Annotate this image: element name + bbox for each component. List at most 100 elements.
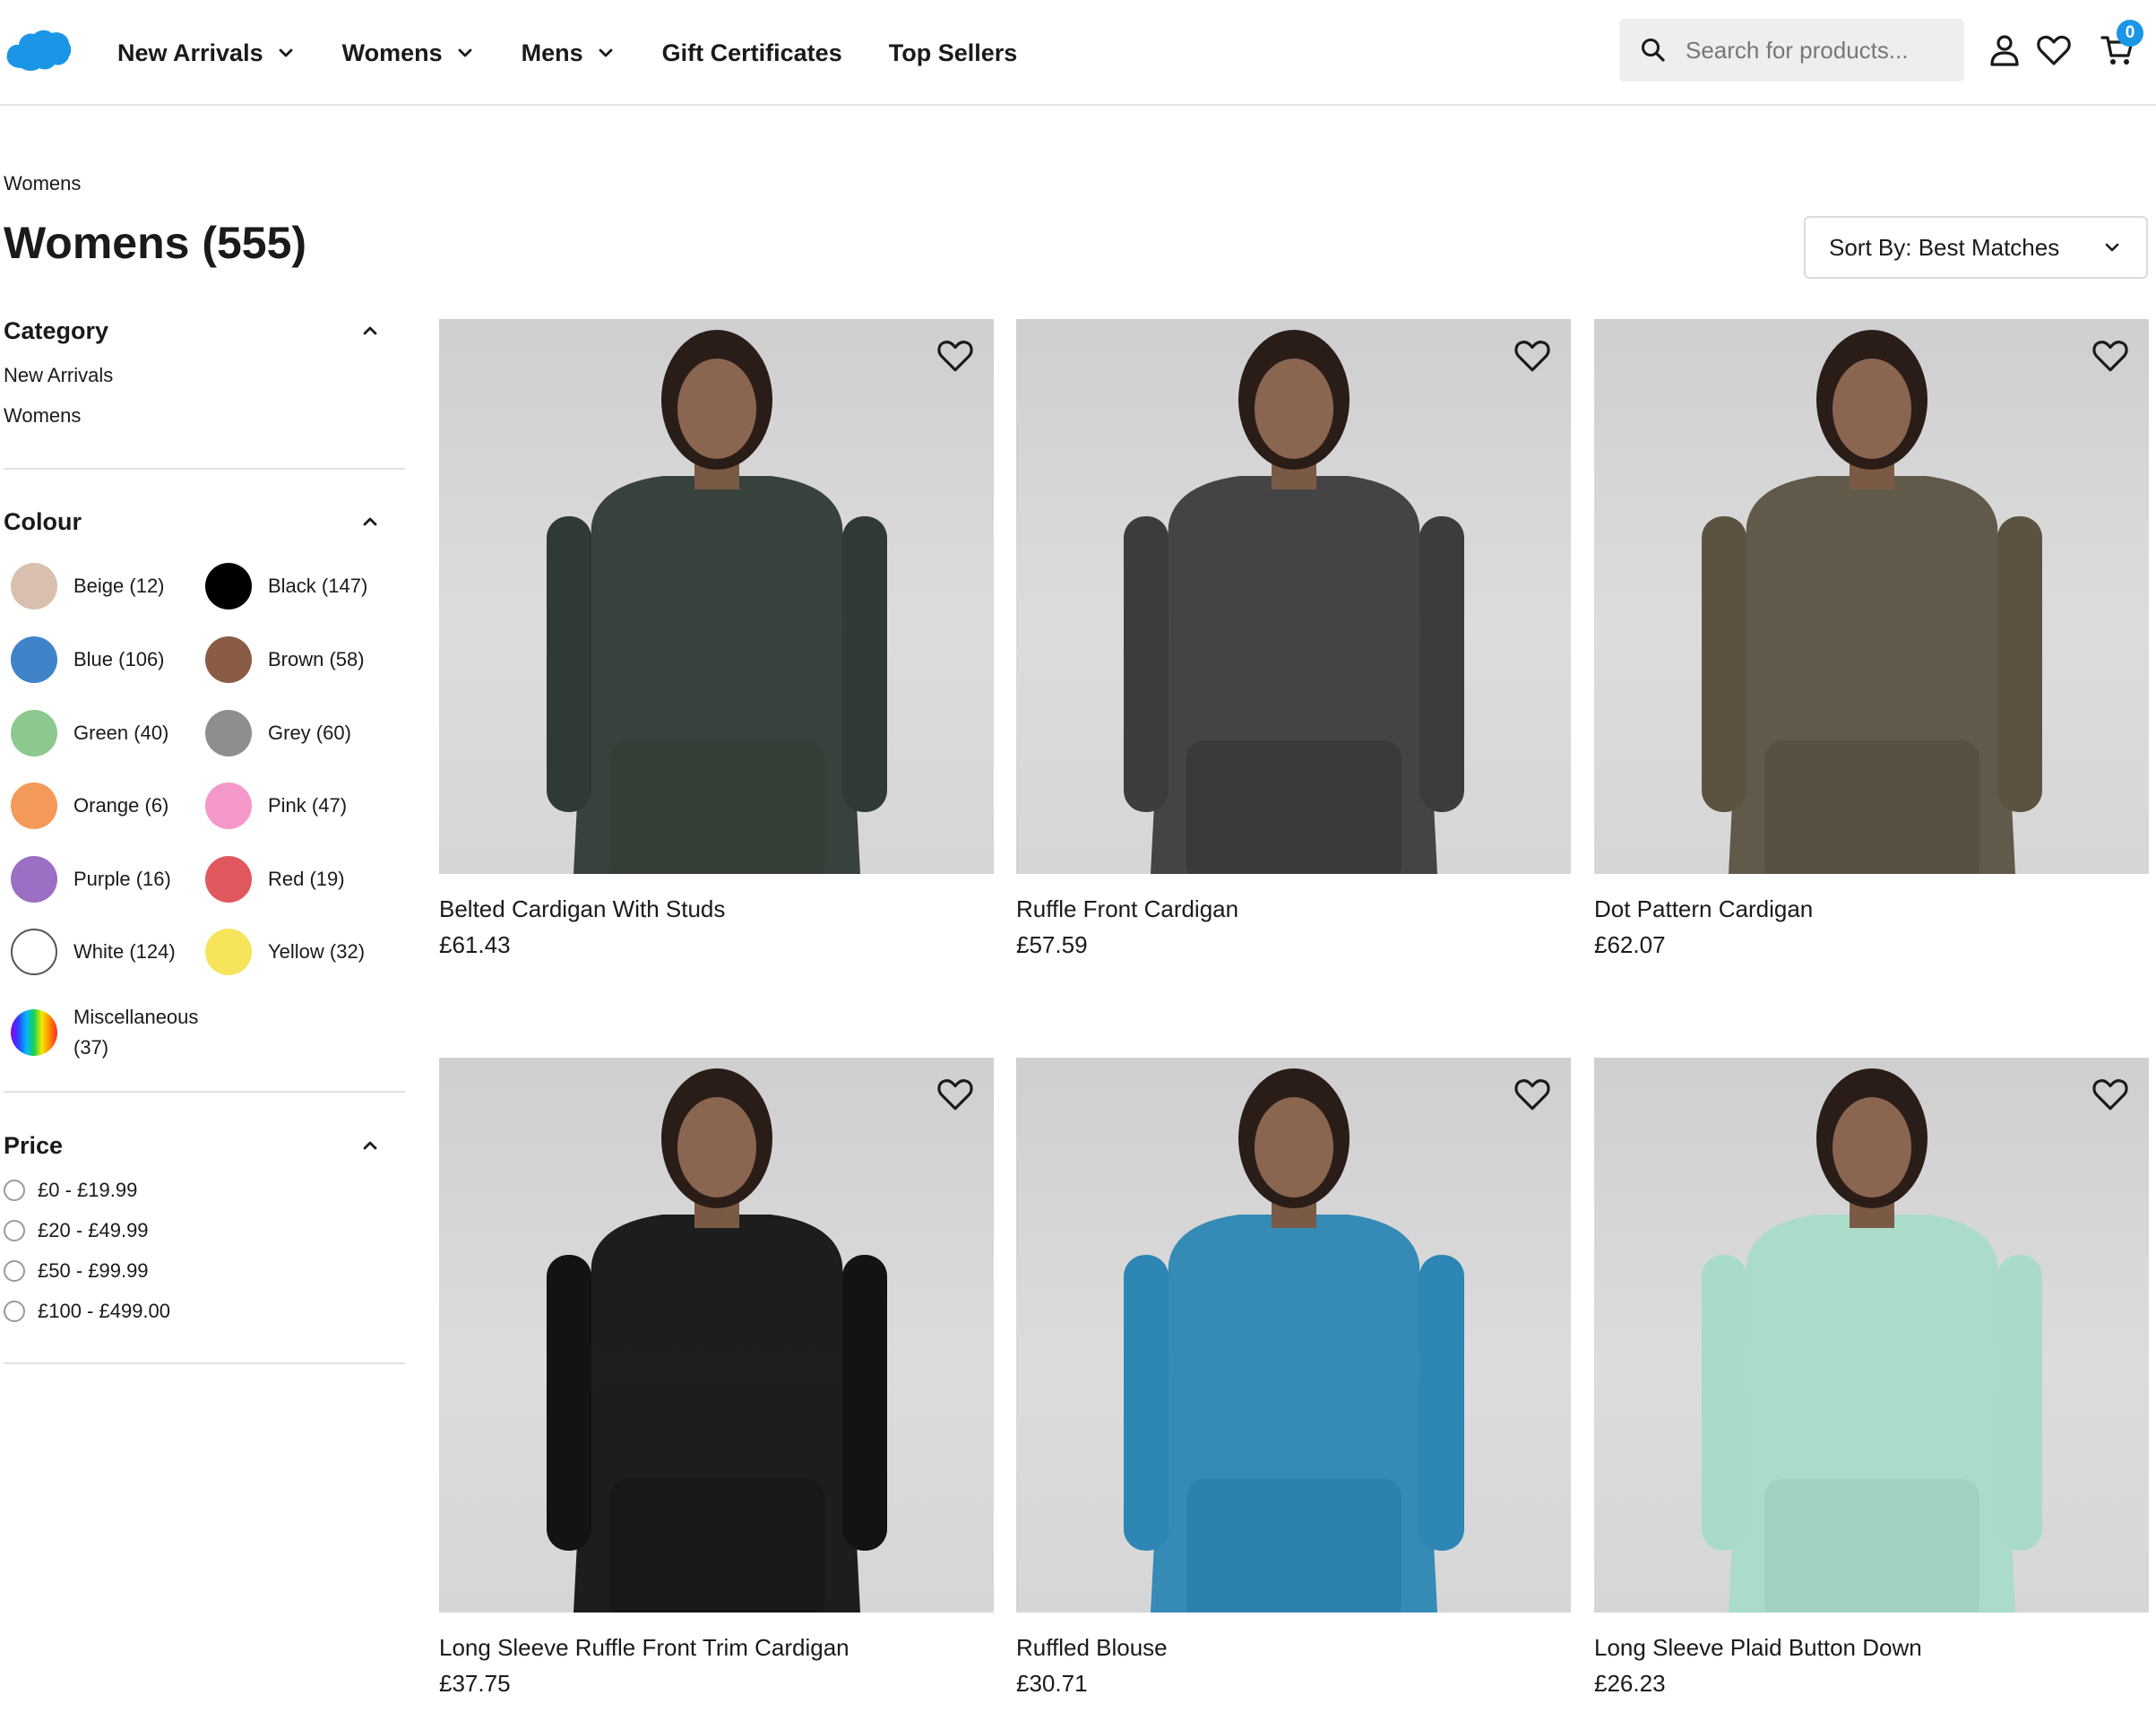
colour-label: Brown (58): [268, 648, 365, 670]
colour-swatch-black[interactable]: Black (147): [205, 563, 367, 610]
colour-dot: [205, 856, 252, 903]
colour-swatch-yellow[interactable]: Yellow (32): [205, 929, 365, 975]
colour-swatch-red[interactable]: Red (19): [205, 856, 345, 903]
radio-button[interactable]: [4, 1179, 25, 1201]
colour-swatch-grey[interactable]: Grey (60): [205, 710, 351, 757]
search-icon: [1642, 39, 1665, 62]
nav-item-womens[interactable]: Womens: [342, 39, 475, 67]
product-name[interactable]: Ruffle Front Cardigan: [1016, 895, 1571, 926]
category-filter-title: Category: [4, 316, 109, 344]
filter-divider: [4, 1362, 405, 1364]
model-photo-placeholder: [1124, 330, 1464, 874]
colour-swatch-green[interactable]: Green (40): [11, 710, 168, 757]
nav-item-label: New Arrivals: [117, 39, 263, 66]
product-card[interactable]: Dot Pattern Cardigan £62.07: [1594, 319, 2149, 959]
category-filter-header[interactable]: Category: [4, 313, 405, 349]
price-option[interactable]: £100 - £499.00: [4, 1291, 405, 1331]
product-name[interactable]: Long Sleeve Plaid Button Down: [1594, 1634, 2149, 1664]
radio-button[interactable]: [4, 1219, 25, 1241]
colour-label: Black (147): [268, 575, 368, 597]
product-image[interactable]: [439, 1058, 994, 1613]
colour-dot: [205, 563, 252, 610]
product-image[interactable]: [1016, 1058, 1571, 1613]
chevron-down-icon: [599, 48, 613, 57]
price-filter-header[interactable]: Price: [4, 1128, 405, 1163]
product-image[interactable]: [1594, 319, 2149, 874]
product-card[interactable]: Ruffled Blouse £30.71: [1016, 1058, 1571, 1698]
nav-item-top-sellers[interactable]: Top Sellers: [889, 39, 1018, 67]
colour-label: Red (19): [268, 868, 345, 890]
product-card[interactable]: Belted Cardigan With Studs £61.43: [439, 319, 994, 959]
search-bar[interactable]: [1619, 19, 1964, 82]
wishlist-heart-icon[interactable]: [1514, 337, 1551, 375]
price-option[interactable]: £50 - £99.99: [4, 1250, 405, 1291]
product-image[interactable]: [1016, 319, 1571, 874]
chevron-down-icon: [2105, 243, 2119, 252]
product-image[interactable]: [1594, 1058, 2149, 1613]
page-title: Womens (555): [4, 218, 307, 268]
product-name[interactable]: Ruffled Blouse: [1016, 1634, 1571, 1664]
product-price: £62.07: [1594, 931, 1666, 958]
radio-button[interactable]: [4, 1259, 25, 1282]
colour-filter-header[interactable]: Colour: [4, 504, 405, 540]
chevron-down-icon: [458, 48, 472, 57]
colour-swatch-brown[interactable]: Brown (58): [205, 636, 365, 683]
nav-item-label: Mens: [521, 39, 583, 66]
price-option[interactable]: £20 - £49.99: [4, 1210, 405, 1250]
salesforce-cloud-logo[interactable]: [4, 25, 72, 73]
colour-swatch-orange[interactable]: Orange (6): [11, 783, 168, 829]
chevron-up-icon: [363, 1141, 377, 1150]
nav-item-mens[interactable]: Mens: [522, 39, 616, 67]
product-name[interactable]: Belted Cardigan With Studs: [439, 895, 994, 926]
price-filter: Price £0 - £19.99 £20 - £49.99 £50 - £99.9…: [4, 1128, 405, 1331]
wishlist-heart-icon[interactable]: [936, 337, 974, 375]
price-option[interactable]: £0 - £19.99: [4, 1170, 405, 1210]
sort-dropdown[interactable]: Sort By: Best Matches: [1804, 216, 2148, 279]
wishlist-heart-icon[interactable]: [2036, 32, 2072, 68]
product-name[interactable]: Long Sleeve Ruffle Front Trim Cardigan: [439, 1634, 994, 1664]
product-card[interactable]: Long Sleeve Plaid Button Down £26.23: [1594, 1058, 2149, 1698]
radio-button[interactable]: [4, 1300, 25, 1322]
colour-label: Yellow (32): [268, 940, 366, 963]
colour-dot: [205, 636, 252, 683]
price-filter-title: Price: [4, 1131, 64, 1159]
wishlist-heart-icon[interactable]: [1514, 1076, 1551, 1113]
chevron-up-icon: [363, 517, 377, 526]
nav-item-label: Gift Certificates: [661, 39, 842, 66]
colour-swatch-miscellaneous[interactable]: Miscellaneous (37): [11, 1002, 217, 1063]
wishlist-heart-icon[interactable]: [2091, 1076, 2129, 1113]
category-link-new-arrivals[interactable]: New Arrivals: [4, 364, 405, 404]
price-option-label: £0 - £19.99: [38, 1178, 138, 1201]
colour-swatch-blue[interactable]: Blue (106): [11, 636, 165, 683]
model-photo-placeholder: [1702, 1068, 2042, 1613]
product-name[interactable]: Dot Pattern Cardigan: [1594, 895, 2149, 926]
account-icon[interactable]: [1987, 32, 2022, 68]
price-option-label: £50 - £99.99: [38, 1258, 149, 1282]
product-price: £30.71: [1016, 1670, 1088, 1697]
nav-item-new-arrivals[interactable]: New Arrivals: [117, 39, 296, 67]
colour-swatch-beige[interactable]: Beige (12): [11, 563, 165, 610]
price-option-label: £20 - £49.99: [38, 1218, 149, 1241]
sort-label: Sort By: Best Matches: [1829, 233, 2060, 261]
colour-swatch-pink[interactable]: Pink (47): [205, 783, 347, 829]
product-price: £61.43: [439, 931, 511, 958]
product-card[interactable]: Long Sleeve Ruffle Front Trim Cardigan £3…: [439, 1058, 994, 1698]
product-card[interactable]: Ruffle Front Cardigan £57.59: [1016, 319, 1571, 959]
nav-item-gift-certificates[interactable]: Gift Certificates: [662, 39, 842, 67]
colour-dot: [11, 1009, 57, 1056]
colour-swatch-white[interactable]: White (124): [11, 929, 176, 975]
category-filter: Category New Arrivals Womens: [4, 313, 405, 428]
site-header: New Arrivals Womens Mens Gift Certificates T…: [0, 0, 2156, 106]
wishlist-heart-icon[interactable]: [936, 1076, 974, 1113]
colour-label: Pink (47): [268, 794, 348, 817]
product-image[interactable]: [439, 319, 994, 874]
wishlist-heart-icon[interactable]: [2091, 337, 2129, 375]
category-link-womens[interactable]: Womens: [4, 404, 405, 428]
model-photo-placeholder: [1702, 330, 2042, 874]
search-input[interactable]: [1686, 36, 1954, 65]
model-photo-placeholder: [1124, 1068, 1464, 1613]
model-photo-placeholder: [547, 1068, 887, 1613]
filter-divider: [4, 468, 405, 470]
colour-swatch-purple[interactable]: Purple (16): [11, 856, 171, 903]
breadcrumb[interactable]: Womens: [4, 172, 81, 195]
